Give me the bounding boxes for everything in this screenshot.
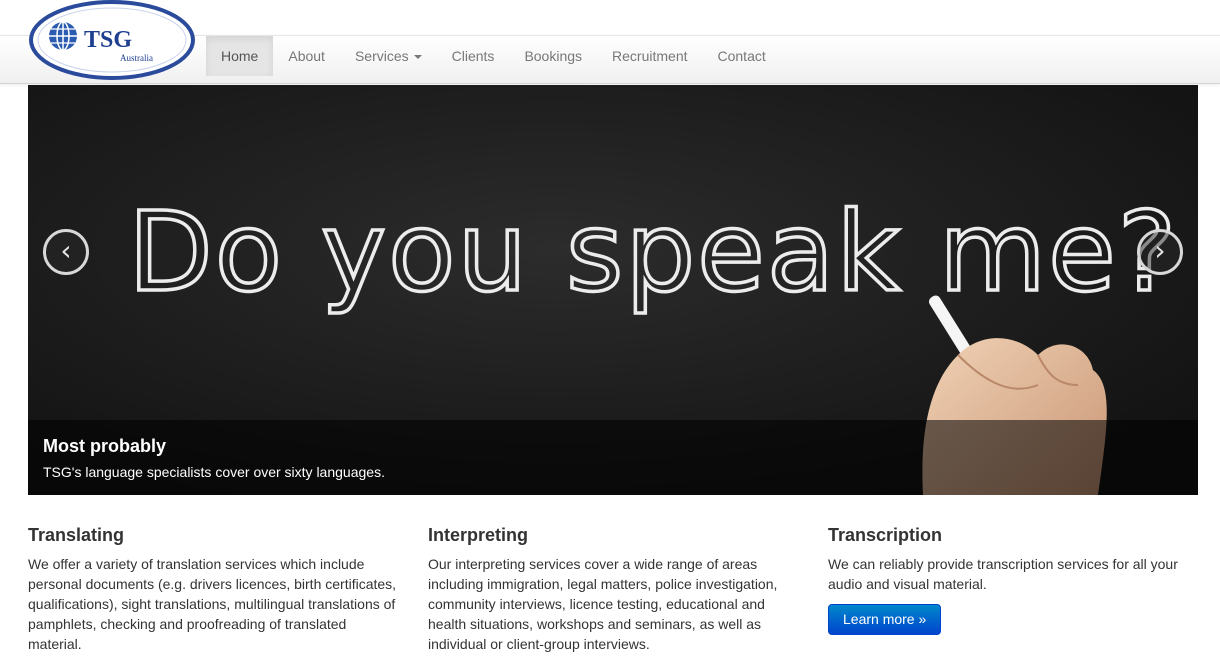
column-text-interpreting: Our interpreting services cover a wide r… bbox=[428, 556, 778, 652]
brand-subtitle: Australia bbox=[120, 53, 153, 63]
column-text-translating: We offer a variety of translation servic… bbox=[28, 556, 397, 652]
column-transcription: Transcription We can reliably provide tr… bbox=[828, 522, 1198, 635]
nav-contact-label: Contact bbox=[717, 48, 766, 64]
nav-clients[interactable]: Clients bbox=[437, 36, 510, 76]
nav-home[interactable]: Home bbox=[206, 36, 274, 76]
column-title-translating: Translating bbox=[28, 525, 125, 545]
hero-carousel: Do you speak me? ‹ › Most probably TSG's… bbox=[28, 85, 1198, 495]
nav-services[interactable]: Services bbox=[340, 36, 437, 76]
brand-name: TSG bbox=[84, 27, 132, 53]
globe-icon bbox=[49, 21, 77, 51]
nav-home-label: Home bbox=[221, 48, 259, 64]
nav-about[interactable]: About bbox=[273, 36, 340, 76]
caption-text: TSG's language specialists cover over si… bbox=[43, 464, 385, 480]
nav-bookings-label: Bookings bbox=[524, 48, 583, 64]
nav-contact[interactable]: Contact bbox=[703, 36, 781, 76]
main-nav: Home About Services Clients Bookings Rec… bbox=[206, 36, 781, 76]
caption-title: Most probably bbox=[43, 436, 167, 456]
chevron-left-icon: ‹ bbox=[60, 234, 72, 267]
nav-recruitment-label: Recruitment bbox=[612, 48, 688, 64]
carousel-prev-button[interactable]: ‹ bbox=[43, 229, 89, 275]
nav-bookings[interactable]: Bookings bbox=[509, 36, 597, 76]
nav-clients-label: Clients bbox=[451, 48, 495, 64]
tsg-logo[interactable]: TSG Australia bbox=[28, 0, 196, 82]
chevron-right-icon: › bbox=[1154, 234, 1166, 267]
column-interpreting: Interpreting Our interpreting services c… bbox=[428, 522, 798, 654]
nav-services-label: Services bbox=[354, 48, 409, 64]
caret-down-icon bbox=[413, 55, 422, 60]
learn-more-button[interactable]: Learn more » bbox=[828, 604, 942, 635]
column-title-transcription: Transcription bbox=[828, 525, 943, 545]
nav-about-label: About bbox=[288, 48, 325, 64]
nav-recruitment[interactable]: Recruitment bbox=[597, 36, 702, 76]
chalk-text: Do you speak me? bbox=[128, 188, 1178, 316]
column-translating: Translating We offer a variety of transl… bbox=[28, 522, 398, 654]
carousel-next-button[interactable]: › bbox=[1137, 229, 1183, 275]
carousel-caption: Most probably TSG's language specialists… bbox=[28, 420, 1198, 495]
column-title-interpreting: Interpreting bbox=[428, 525, 529, 545]
column-text-transcription: We can reliably provide transcription se… bbox=[828, 556, 1178, 592]
